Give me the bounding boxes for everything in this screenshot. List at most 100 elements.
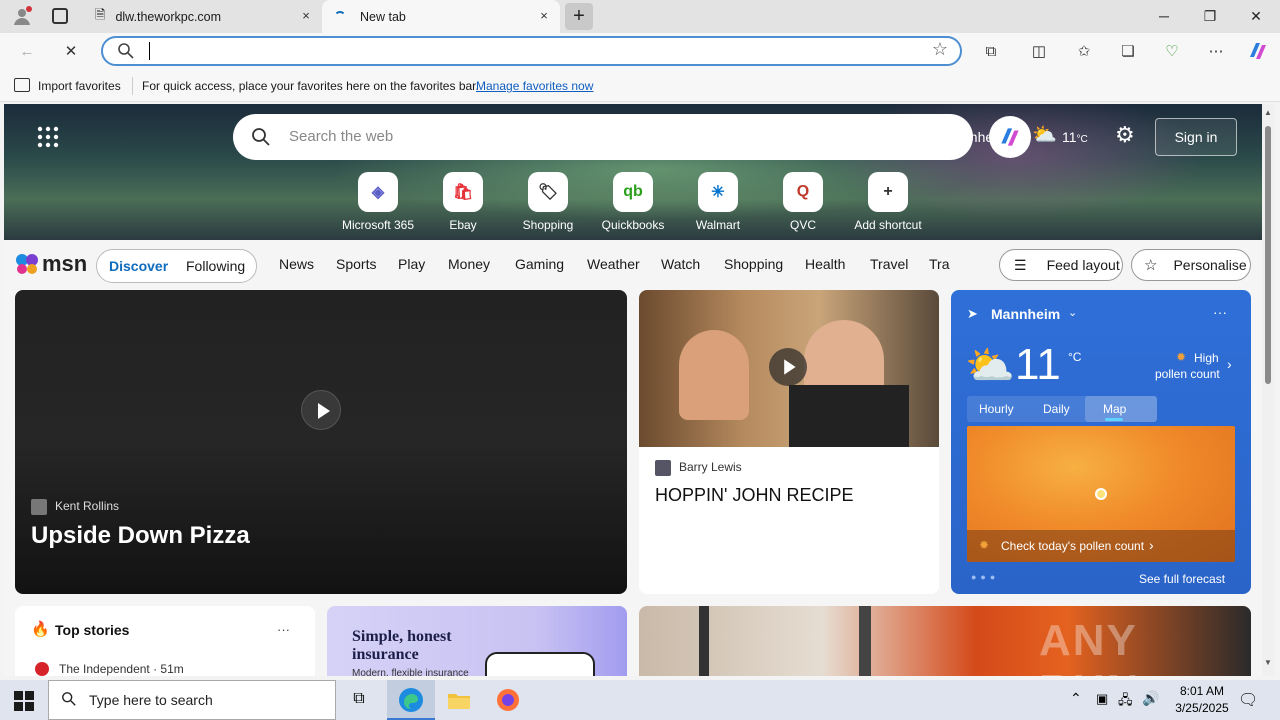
shortcut-qvc[interactable]: Q QVC [763,172,843,232]
tab-dlw[interactable]: 🗎 dlw.theworkpc.com × [84,0,322,33]
clock-time[interactable]: 8:01 AM [1172,684,1232,698]
pollen-map[interactable]: ✹ Check today's pollen count › [967,426,1235,562]
play-button-icon[interactable] [301,390,341,430]
settings-more-icon[interactable]: ⋯ [1203,39,1229,65]
nav-travel[interactable]: Travel [870,256,908,272]
stop-loading-icon[interactable]: ✕ [58,39,84,65]
tab-actions-icon[interactable] [52,8,68,24]
video-card-main[interactable]: Kent Rollins Upside Down Pizza [15,290,627,594]
nav-gaming[interactable]: Gaming [515,256,564,272]
personalise-button[interactable]: ☆ Personalise [1131,249,1251,281]
copilot-icon[interactable] [1245,39,1271,65]
network-icon[interactable]: 🖧 [1118,691,1133,713]
taskbar-search-input[interactable]: Type here to search [89,692,213,708]
page-settings-icon[interactable]: ⚙ [1115,122,1135,148]
weather-city[interactable]: Mannheim [991,306,1060,322]
collections-icon[interactable]: ❏ [1115,39,1141,65]
scroll-thumb[interactable] [1265,126,1271,384]
shortcut-ebay[interactable]: 🛍 Ebay [423,172,503,232]
shortcut-label: Shopping [522,218,574,232]
vertical-scrollbar[interactable]: ▲ ▼ [1262,104,1274,676]
browser-essentials-icon[interactable]: ♡ [1159,39,1185,65]
shortcut-microsoft-365[interactable]: ◈ Microsoft 365 [338,172,418,232]
split-screen-icon[interactable]: ◫ [1026,39,1052,65]
image-card[interactable]: ANY RUN [639,606,1251,676]
volume-icon[interactable]: 🔊 [1142,690,1159,707]
profile-avatar-icon[interactable] [12,6,32,26]
extensions-icon[interactable]: ⧉ [978,39,1004,65]
play-button-icon[interactable] [769,348,807,386]
card-title[interactable]: HOPPIN' JOHN RECIPE [655,485,853,506]
weather-card[interactable]: ➤ Mannheim ⌄ ··· ⛅ 11 °C ✹ High pollen c… [951,290,1251,594]
tab-map[interactable]: Map [1103,402,1126,416]
scroll-down-arrow[interactable]: ▼ [1264,658,1272,667]
web-search-input[interactable]: Search the web [289,128,393,145]
clock-date[interactable]: 3/25/2025 [1168,701,1236,715]
sign-in-button[interactable]: Sign in [1155,118,1237,156]
firefox-icon[interactable] [496,688,520,712]
shortcut-walmart[interactable]: ✳ Walmart [678,172,758,232]
shortcut-quickbooks[interactable]: qb Quickbooks [593,172,673,232]
ad-headline: Simple, honest [352,628,452,645]
manage-favorites-link[interactable]: Manage favorites now [476,79,593,93]
scroll-up-arrow[interactable]: ▲ [1264,108,1272,117]
task-view-icon[interactable]: ⧉ [348,690,370,710]
search-icon [251,127,271,152]
nav-health[interactable]: Health [805,256,845,272]
feed-layout-button[interactable]: ☰ Feed layout [999,249,1123,281]
card-source: Kent Rollins [55,499,120,513]
address-bar[interactable]: ☆ [101,36,962,66]
chevron-right-icon[interactable]: › [1227,356,1232,372]
chevron-down-icon[interactable]: ⌄ [1068,306,1077,319]
file-explorer-icon[interactable] [447,690,471,710]
restore-button[interactable]: ❐ [1187,0,1233,32]
chevron-up-icon[interactable]: ⌃ [1070,690,1082,707]
card-title[interactable]: Upside Down Pizza [31,522,250,550]
nav-play[interactable]: Play [398,256,425,272]
nav-news[interactable]: News [279,256,314,272]
shortcut-add-shortcut[interactable]: + Add shortcut [848,172,928,232]
apps-launcher-icon[interactable] [37,126,59,148]
favorite-star-icon[interactable]: ☆ [932,39,948,60]
copilot-icon[interactable] [989,116,1031,158]
see-full-forecast-link[interactable]: See full forecast [1139,572,1225,586]
shortcut-shopping[interactable]: 🏷 Shopping [508,172,588,232]
more-options-icon[interactable]: ··· [1213,304,1227,320]
tab-following[interactable]: Following [186,258,245,274]
video-card-secondary[interactable]: Barry Lewis HOPPIN' JOHN RECIPE [639,290,939,594]
import-favorites-button[interactable]: Import favorites [38,79,121,93]
nav-tra[interactable]: Tra [929,256,949,272]
nav-watch[interactable]: Watch [661,256,700,272]
address-input[interactable] [149,42,549,60]
pollen-banner-link[interactable]: Check today's pollen count [1001,539,1144,553]
web-search-box[interactable]: Search the web [233,114,973,160]
tab-hourly[interactable]: Hourly [979,402,1014,416]
shortcut-label: Microsoft 365 [341,218,415,232]
tab-daily[interactable]: Daily [1043,402,1070,416]
nav-money[interactable]: Money [448,256,490,272]
tab-discover[interactable]: Discover [109,258,168,274]
notifications-icon[interactable]: 🗨 [1238,690,1258,710]
tab-close-button[interactable]: × [536,8,552,24]
favorites-icon[interactable]: ✩ [1071,39,1097,65]
back-arrow-icon[interactable]: ← [14,39,40,65]
import-favorites-icon[interactable] [14,78,30,92]
close-window-button[interactable]: ✕ [1233,0,1279,32]
edge-taskbar-icon[interactable] [387,680,435,720]
minimize-button[interactable]: ─ [1141,0,1187,32]
more-options-icon[interactable]: ··· [277,622,290,637]
tab-new-tab[interactable]: New tab × [322,0,560,33]
windows-start-icon[interactable] [14,691,34,711]
msn-logo[interactable]: msn [14,251,87,277]
ad-card[interactable]: Simple, honest insurance Modern, flexibl… [327,606,627,676]
device-icon[interactable]: ▣ [1096,691,1108,707]
location-marker [1095,488,1107,500]
top-stories-title: Top stories [55,622,130,638]
nav-sports[interactable]: Sports [336,256,376,272]
nav-weather[interactable]: Weather [587,256,640,272]
shortcut-label: Ebay [449,218,477,232]
nav-shopping[interactable]: Shopping [724,256,783,272]
tab-close-button[interactable]: × [298,8,314,24]
taskbar-search-box[interactable]: Type here to search [48,680,336,720]
new-tab-button[interactable]: + [565,3,593,30]
